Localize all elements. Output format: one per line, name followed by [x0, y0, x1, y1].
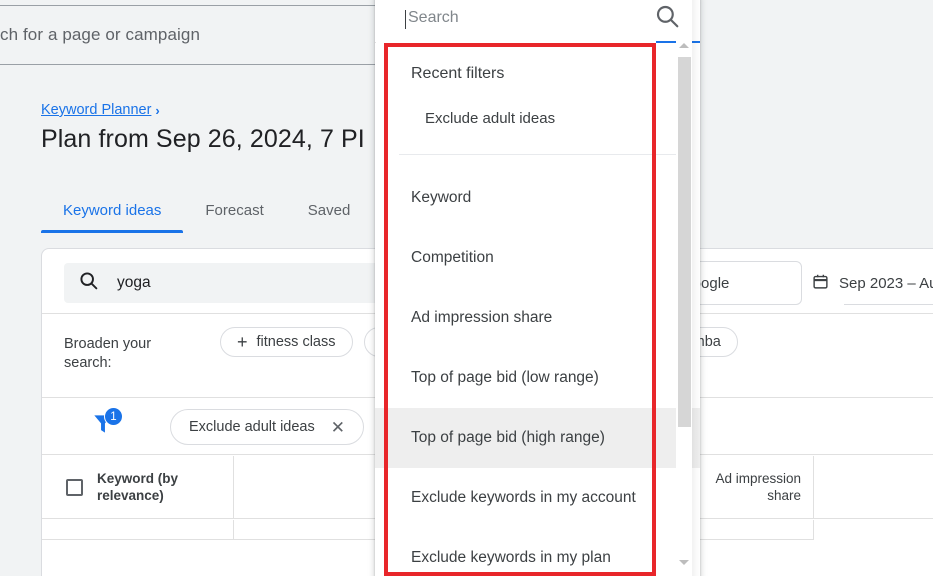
option-label: Top of page bid (low range) — [411, 369, 599, 386]
broaden-chip-label: fitness class — [256, 334, 336, 350]
applied-filter-label: Exclude adult ideas — [189, 419, 315, 435]
filter-option-competition[interactable]: Competition — [375, 228, 700, 288]
filter-option-keyword[interactable]: Keyword — [375, 168, 700, 228]
option-label: Ad impression share — [411, 309, 553, 326]
recent-filters-heading: Recent filters — [411, 65, 505, 82]
tab-bar: Keyword ideas Forecast Saved — [41, 202, 372, 233]
option-label: Competition — [411, 249, 494, 266]
filter-option-top-of-page-bid-low[interactable]: Top of page bid (low range) — [375, 348, 700, 408]
column-label: Keyword (by relevance) — [97, 471, 179, 503]
calendar-icon — [812, 273, 829, 294]
filter-option-top-of-page-bid-high[interactable]: Top of page bid (high range) — [375, 408, 700, 468]
scroll-down-arrow-icon[interactable] — [676, 554, 692, 570]
tab-saved[interactable]: Saved — [286, 202, 373, 233]
scroll-up-arrow-icon[interactable] — [676, 37, 692, 53]
page-title: Plan from Sep 26, 2024, 7 PI — [41, 125, 365, 153]
text-cursor — [405, 10, 406, 29]
tab-label: Saved — [307, 202, 351, 219]
date-range-underline — [844, 304, 933, 305]
applied-filter-chip[interactable]: Exclude adult ideas ✕ — [170, 409, 364, 445]
dropdown-search-placeholder: Search — [405, 9, 654, 29]
list-divider — [399, 154, 676, 155]
date-range-label: Sep 2023 – Au — [839, 275, 933, 292]
option-label: Exclude keywords in my plan — [411, 549, 611, 566]
filter-dropdown-panel: Search Recent filters Exclude adult idea… — [375, 0, 700, 576]
global-search-bar[interactable]: ch for a page or campaign — [0, 5, 380, 65]
dropdown-search-field[interactable]: Search — [375, 0, 700, 42]
plus-icon: + — [237, 332, 248, 352]
tab-active-indicator — [41, 230, 184, 233]
tab-label: Keyword ideas — [63, 202, 162, 219]
filter-option-list: Recent filters Exclude adult ideas Keywo… — [375, 43, 700, 576]
scrollbar-thumb[interactable] — [678, 57, 691, 427]
table-cell — [42, 520, 234, 540]
panel-shadow — [692, 0, 700, 576]
search-icon[interactable] — [654, 3, 680, 34]
tab-keyword-ideas[interactable]: Keyword ideas — [41, 202, 184, 233]
dropdown-scrollbar[interactable] — [676, 37, 692, 570]
filter-count-badge: 1 — [104, 407, 123, 426]
recent-filter-item[interactable]: Exclude adult ideas — [375, 83, 700, 127]
chevron-right-icon: › — [155, 102, 160, 118]
filter-option-exclude-keywords-account[interactable]: Exclude keywords in my account — [375, 468, 700, 528]
broaden-chip[interactable]: + fitness class — [220, 327, 353, 357]
breadcrumb-link-keyword-planner[interactable]: Keyword Planner — [41, 102, 151, 118]
filter-option-ad-impression-share[interactable]: Ad impression share — [375, 288, 700, 348]
date-range-selector[interactable]: Sep 2023 – Au — [812, 273, 933, 294]
search-icon — [78, 270, 99, 296]
column-label: Ad impression share — [715, 471, 801, 503]
close-icon[interactable]: ✕ — [331, 419, 345, 436]
option-label: Top of page bid (high range) — [411, 429, 605, 446]
table-header-keyword[interactable]: Keyword (by relevance) — [42, 456, 234, 518]
global-search-placeholder: ch for a page or campaign — [0, 25, 201, 44]
tab-forecast[interactable]: Forecast — [183, 202, 285, 233]
filter-funnel-icon[interactable]: 1 — [90, 407, 123, 443]
option-label: Exclude keywords in my account — [411, 489, 636, 506]
filter-option-exclude-keywords-plan[interactable]: Exclude keywords in my plan — [375, 528, 700, 576]
keyword-search-value: yoga — [117, 274, 151, 291]
select-all-checkbox[interactable] — [66, 478, 83, 496]
option-label: Keyword — [411, 189, 472, 206]
broaden-search-label: Broaden your search: — [64, 336, 152, 371]
tab-label: Forecast — [205, 202, 264, 219]
breadcrumb[interactable]: Keyword Planner › — [41, 102, 160, 118]
